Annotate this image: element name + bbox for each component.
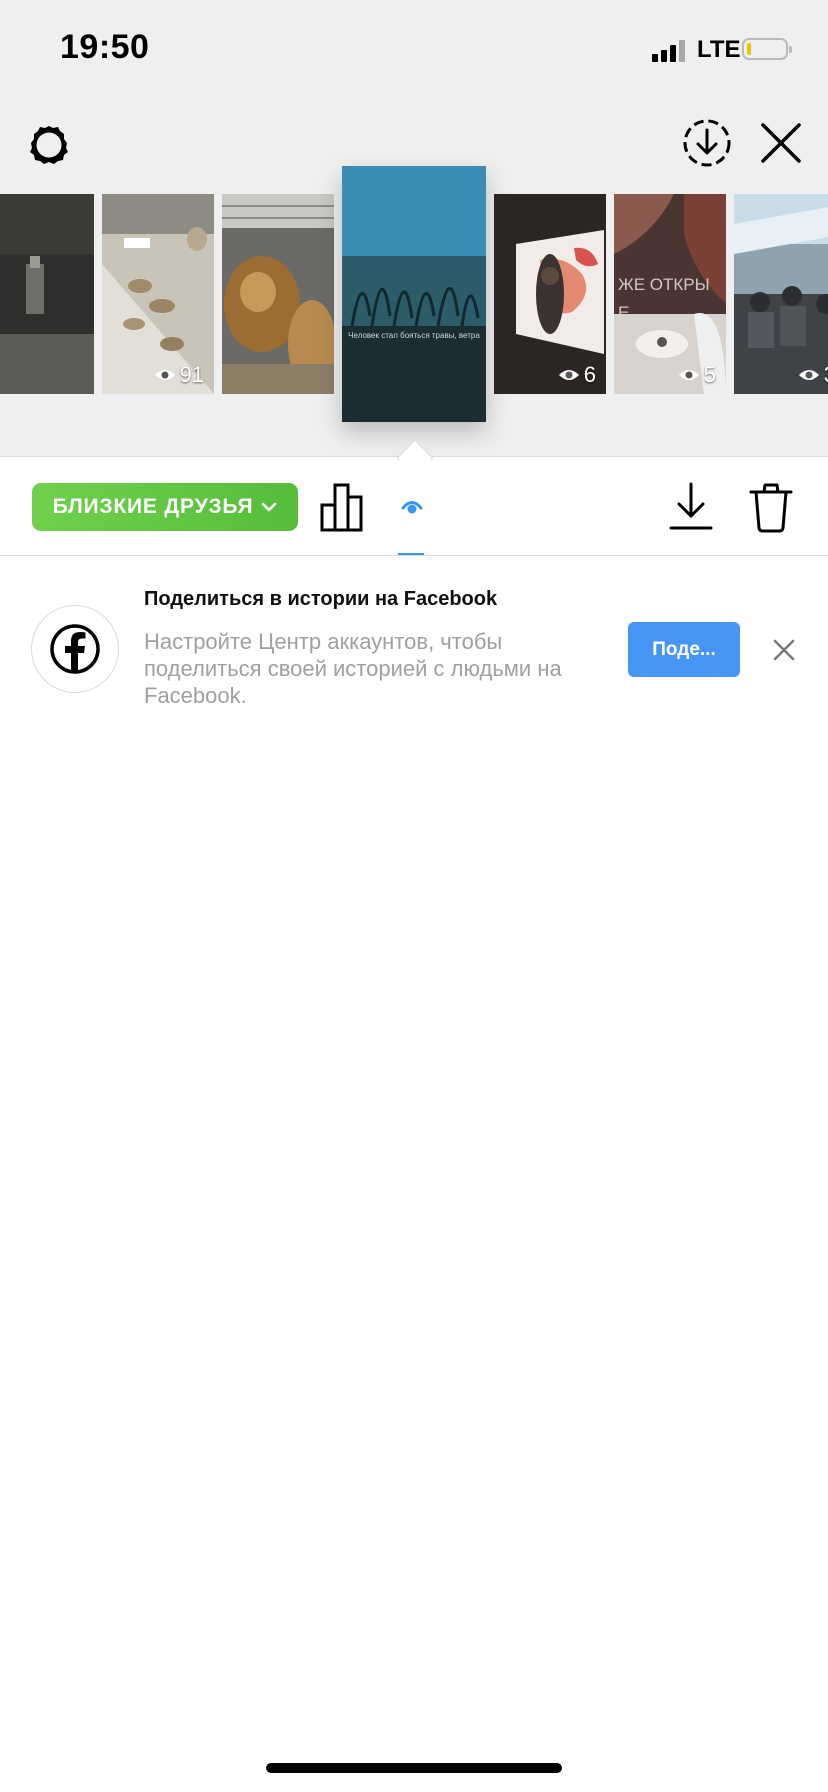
- network-type: LTE: [697, 36, 741, 63]
- close-friends-button[interactable]: БЛИЗКИЕ ДРУЗЬЯ: [32, 483, 298, 531]
- home-indicator: [266, 1763, 562, 1773]
- story-thumbnail[interactable]: 91: [102, 194, 214, 394]
- delete-button[interactable]: [748, 480, 794, 534]
- story-thumbnail[interactable]: ЖЕ ОТКРЫ Е 5: [614, 194, 726, 394]
- settings-button[interactable]: [24, 120, 74, 170]
- view-count: 6: [558, 362, 596, 388]
- share-card-description: Настройте Центр аккаунтов, чтобы поделит…: [144, 629, 562, 708]
- download-icon: [669, 482, 713, 530]
- view-count-label: 5: [703, 362, 716, 387]
- story-thumbnail[interactable]: 3: [734, 194, 828, 394]
- story-image: [0, 194, 94, 394]
- facebook-logo: [31, 605, 119, 693]
- share-to-facebook-button[interactable]: Поде...: [628, 622, 740, 677]
- close-friends-label: БЛИЗКИЕ ДРУЗЬЯ: [52, 495, 254, 518]
- facebook-icon: [50, 624, 100, 674]
- download-circle-icon: [683, 119, 731, 167]
- save-story-button[interactable]: [680, 116, 734, 170]
- close-button[interactable]: [758, 120, 804, 166]
- gear-icon: [30, 126, 68, 164]
- view-count-label: 6: [583, 362, 596, 387]
- trash-icon: [749, 483, 793, 533]
- story-thumbnail[interactable]: [0, 194, 94, 394]
- viewers-tab[interactable]: [394, 488, 430, 528]
- view-count-label: 91: [179, 362, 204, 387]
- close-icon: [761, 123, 801, 163]
- close-icon: [773, 639, 795, 661]
- share-button-label: Поде...: [652, 638, 716, 660]
- view-count: 5: [678, 362, 716, 388]
- view-count: 91: [154, 362, 204, 388]
- story-image: [222, 194, 334, 394]
- chevron-down-icon: [262, 502, 277, 512]
- eye-icon: [401, 501, 423, 514]
- story-thumbnail[interactable]: 6: [494, 194, 606, 394]
- status-bar: 19:50 LTE: [0, 0, 828, 100]
- toolbar-divider: [0, 555, 828, 556]
- signal-strength-icon: [652, 38, 688, 62]
- insights-button[interactable]: [318, 481, 368, 533]
- story-image: Человек стал бояться травы, ветра: [342, 166, 486, 422]
- eye-icon: [678, 370, 699, 380]
- share-card-title: Поделиться в истории на Facebook: [144, 588, 498, 610]
- view-count: 3: [798, 362, 828, 388]
- status-time: 19:50: [60, 28, 150, 66]
- bar-chart-icon: [320, 483, 363, 532]
- story-thumbnail[interactable]: [222, 194, 334, 394]
- selected-story-pointer: [395, 436, 435, 460]
- eye-icon: [154, 370, 175, 380]
- dismiss-share-card-button[interactable]: [770, 636, 798, 664]
- svg-text:ЖЕ ОТКРЫ: ЖЕ ОТКРЫ: [618, 275, 710, 294]
- eye-icon: [558, 370, 579, 380]
- battery-icon: [742, 38, 792, 60]
- svg-text:Человек стал бояться травы, ве: Человек стал бояться травы, ветра: [348, 331, 480, 340]
- story-thumbnail-selected[interactable]: Человек стал бояться травы, ветра: [342, 166, 486, 422]
- eye-icon: [798, 370, 819, 380]
- download-button[interactable]: [668, 480, 714, 534]
- view-count-label: 3: [824, 362, 828, 388]
- story-archive-header: 19:50 LTE 91 Человек стал бояться травы,…: [0, 0, 828, 457]
